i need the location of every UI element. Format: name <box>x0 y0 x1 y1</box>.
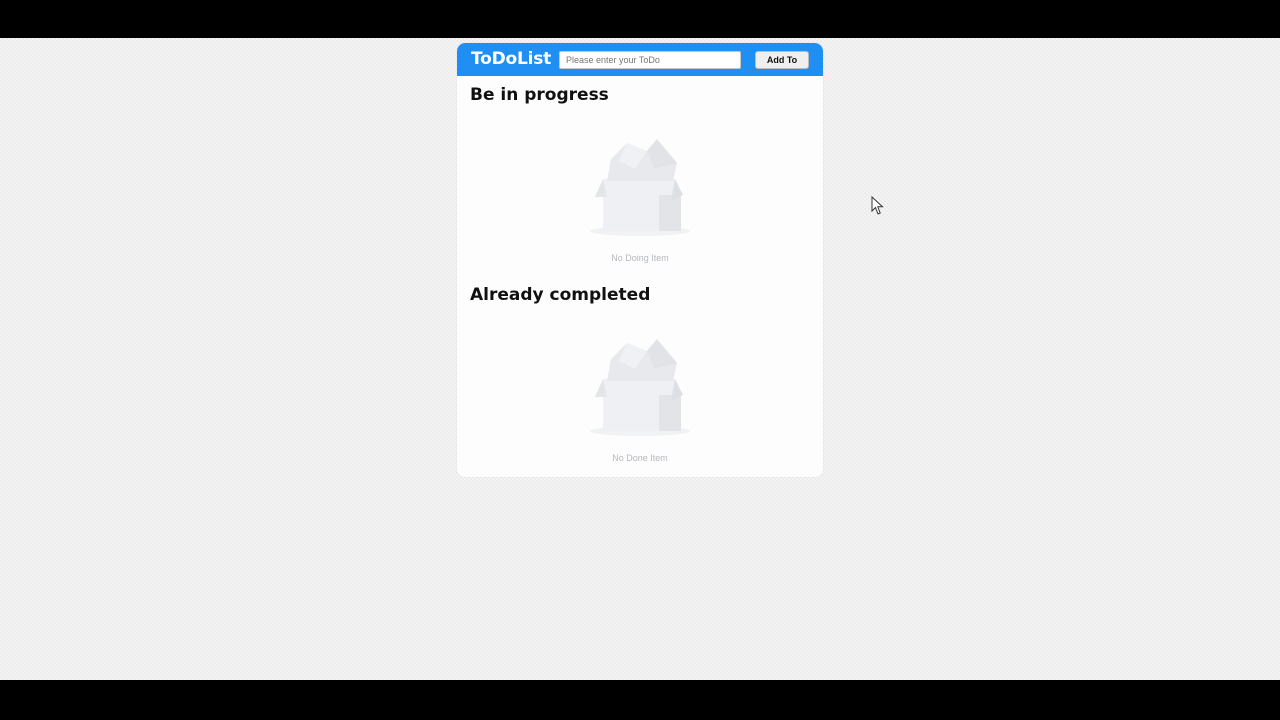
app-title: ToDoList <box>471 49 552 69</box>
doing-empty-state: No Doing Item <box>457 129 823 263</box>
empty-box-icon <box>457 129 823 239</box>
done-empty-text: No Done Item <box>612 453 668 463</box>
todo-app: ToDoList Add To Be in progress No D <box>457 43 823 477</box>
doing-section-title: Be in progress <box>470 85 609 105</box>
done-section-title: Already completed <box>470 285 651 305</box>
mouse-pointer-icon <box>871 195 885 221</box>
app-header: ToDoList Add To <box>457 43 823 76</box>
empty-box-icon <box>457 329 823 439</box>
done-empty-state: No Done Item <box>457 329 823 463</box>
add-to-button[interactable]: Add To <box>755 51 809 69</box>
doing-empty-text: No Doing Item <box>611 253 669 263</box>
todo-input[interactable] <box>559 51 741 69</box>
browser-viewport: ToDoList Add To Be in progress No D <box>0 38 1280 680</box>
